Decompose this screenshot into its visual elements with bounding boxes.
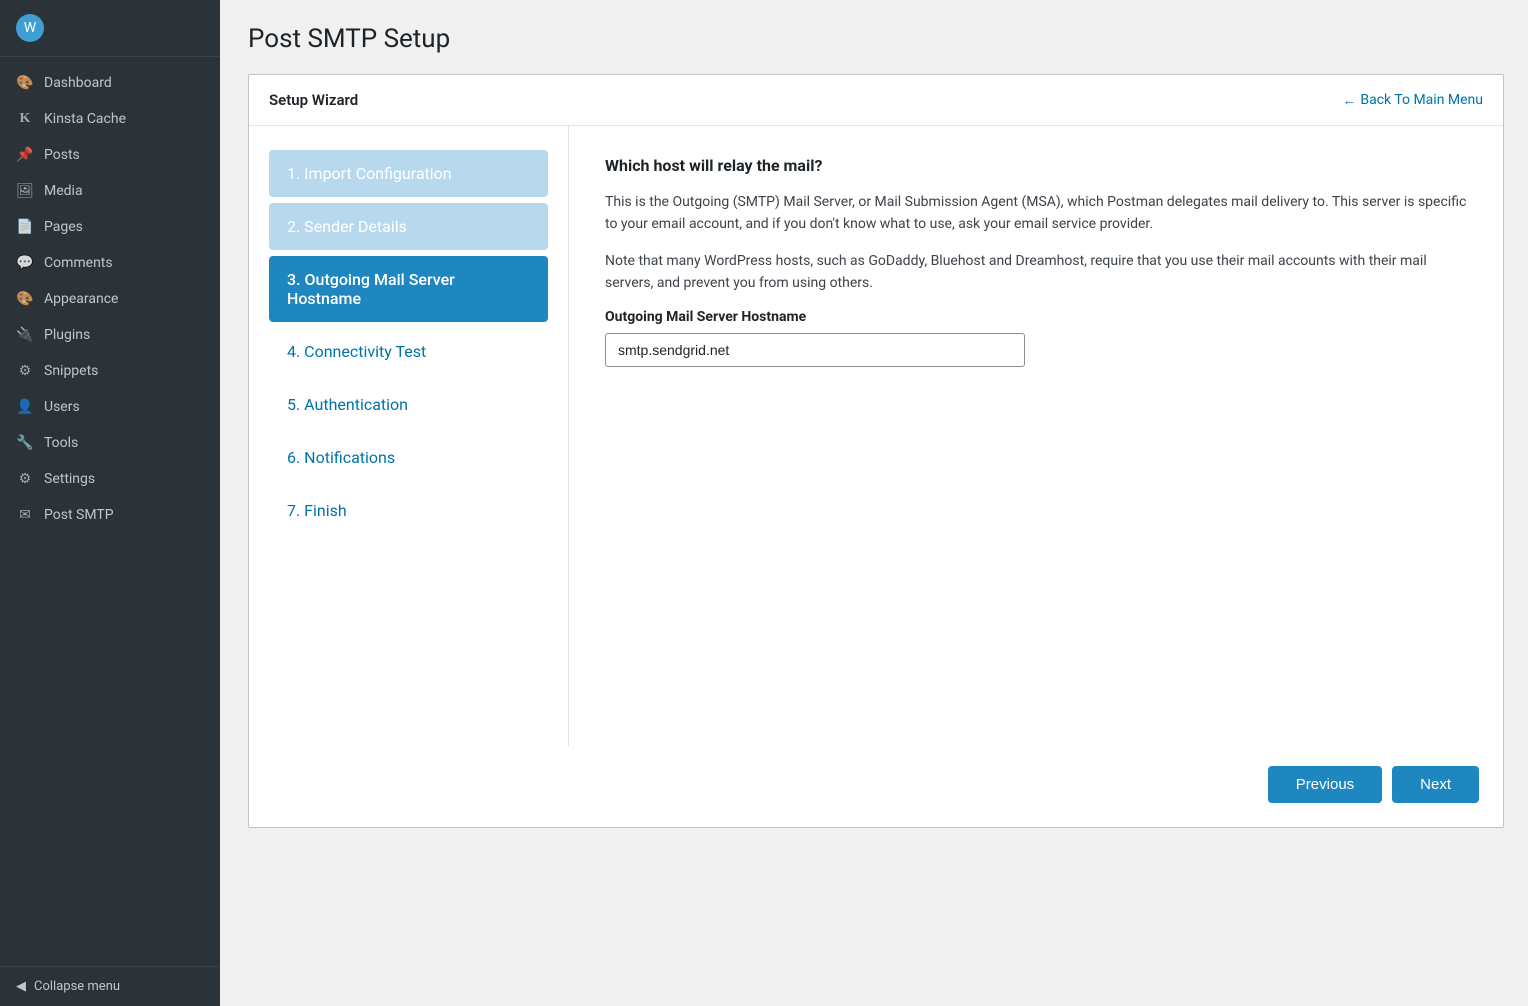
sidebar-item-posts[interactable]: 📌 Posts [0, 137, 220, 173]
wizard-step-2[interactable]: 2. Sender Details [269, 203, 548, 250]
sidebar-item-settings[interactable]: ⚙ Settings [0, 461, 220, 497]
sidebar-item-snippets[interactable]: ⚙ Snippets [0, 353, 220, 389]
wizard-footer: Previous Next [249, 746, 1503, 827]
wizard-title: Setup Wizard [269, 91, 358, 109]
step-6-label: 6. Notifications [287, 448, 395, 467]
wizard-body: 1. Import Configuration 2. Sender Detail… [249, 126, 1503, 746]
sidebar-item-appearance[interactable]: 🎨 Appearance [0, 281, 220, 317]
wizard-step-3[interactable]: 3. Outgoing Mail Server Hostname [269, 256, 548, 322]
step-1-label: 1. Import Configuration [287, 164, 452, 183]
back-to-main-link[interactable]: ← Back To Main Menu [1342, 92, 1483, 109]
step-2-label: 2. Sender Details [287, 217, 407, 236]
sidebar-logo: W [0, 0, 220, 57]
wizard-steps: 1. Import Configuration 2. Sender Detail… [249, 126, 569, 746]
sidebar: W 🎨 Dashboard K Kinsta Cache 📌 Posts 🖼 M… [0, 0, 220, 1006]
setup-card: Setup Wizard ← Back To Main Menu 1. Impo… [248, 74, 1504, 828]
users-icon: 👤 [16, 398, 34, 416]
settings-icon: ⚙ [16, 470, 34, 488]
sidebar-item-label: Settings [44, 471, 95, 487]
sidebar-item-pages[interactable]: 📄 Pages [0, 209, 220, 245]
wizard-step-6[interactable]: 6. Notifications [269, 434, 548, 481]
posts-icon: 📌 [16, 146, 34, 164]
snippets-icon: ⚙ [16, 362, 34, 380]
sidebar-item-label: Post SMTP [44, 507, 114, 523]
sidebar-item-label: Posts [44, 147, 80, 163]
tools-icon: 🔧 [16, 434, 34, 452]
sidebar-item-label: Users [44, 399, 80, 415]
sidebar-item-label: Snippets [44, 363, 98, 379]
sidebar-item-label: Dashboard [44, 75, 112, 91]
sidebar-item-label: Pages [44, 219, 83, 235]
back-arrow-icon: ← [1342, 92, 1356, 109]
field-label: Outgoing Mail Server Hostname [605, 309, 1467, 325]
step-3-label: 3. Outgoing Mail Server Hostname [287, 270, 530, 308]
wizard-step-5[interactable]: 5. Authentication [269, 381, 548, 428]
wizard-step-4[interactable]: 4. Connectivity Test [269, 328, 548, 375]
step-4-label: 4. Connectivity Test [287, 342, 426, 361]
back-to-main-label: Back To Main Menu [1360, 92, 1483, 108]
sidebar-item-label: Tools [44, 435, 78, 451]
wizard-step-1[interactable]: 1. Import Configuration [269, 150, 548, 197]
next-button[interactable]: Next [1392, 766, 1479, 803]
sidebar-item-kinsta-cache[interactable]: K Kinsta Cache [0, 101, 220, 137]
sidebar-item-tools[interactable]: 🔧 Tools [0, 425, 220, 461]
collapse-label: Collapse menu [34, 979, 120, 994]
plugins-icon: 🔌 [16, 326, 34, 344]
step-5-label: 5. Authentication [287, 395, 408, 414]
wizard-content: Which host will relay the mail? This is … [569, 126, 1503, 746]
card-header: Setup Wizard ← Back To Main Menu [249, 75, 1503, 126]
previous-button[interactable]: Previous [1268, 766, 1382, 803]
post-smtp-icon: ✉ [16, 506, 34, 524]
comments-icon: 💬 [16, 254, 34, 272]
sidebar-item-users[interactable]: 👤 Users [0, 389, 220, 425]
sidebar-item-label: Media [44, 183, 83, 199]
sidebar-nav: 🎨 Dashboard K Kinsta Cache 📌 Posts 🖼 Med… [0, 57, 220, 541]
sidebar-item-label: Plugins [44, 327, 90, 343]
wizard-step-7[interactable]: 7. Finish [269, 487, 548, 534]
outgoing-mail-server-input[interactable] [605, 333, 1025, 367]
sidebar-item-media[interactable]: 🖼 Media [0, 173, 220, 209]
media-icon: 🖼 [16, 182, 34, 200]
content-description-1: This is the Outgoing (SMTP) Mail Server,… [605, 191, 1467, 236]
dashboard-icon: 🎨 [16, 74, 34, 92]
wp-logo-icon: W [16, 14, 44, 42]
pages-icon: 📄 [16, 218, 34, 236]
kinsta-icon: K [16, 110, 34, 128]
sidebar-item-post-smtp[interactable]: ✉ Post SMTP [0, 497, 220, 533]
sidebar-item-label: Comments [44, 255, 113, 271]
appearance-icon: 🎨 [16, 290, 34, 308]
page-title: Post SMTP Setup [248, 24, 1504, 54]
step-7-label: 7. Finish [287, 501, 347, 520]
main-content: Post SMTP Setup Setup Wizard ← Back To M… [220, 0, 1528, 1006]
sidebar-item-comments[interactable]: 💬 Comments [0, 245, 220, 281]
collapse-icon: ◀ [16, 979, 26, 994]
sidebar-item-label: Appearance [44, 291, 118, 307]
sidebar-item-dashboard[interactable]: 🎨 Dashboard [0, 65, 220, 101]
sidebar-item-plugins[interactable]: 🔌 Plugins [0, 317, 220, 353]
content-question: Which host will relay the mail? [605, 156, 1467, 175]
sidebar-item-label: Kinsta Cache [44, 111, 126, 127]
collapse-menu[interactable]: ◀ Collapse menu [0, 966, 220, 1006]
content-description-2: Note that many WordPress hosts, such as … [605, 250, 1467, 295]
